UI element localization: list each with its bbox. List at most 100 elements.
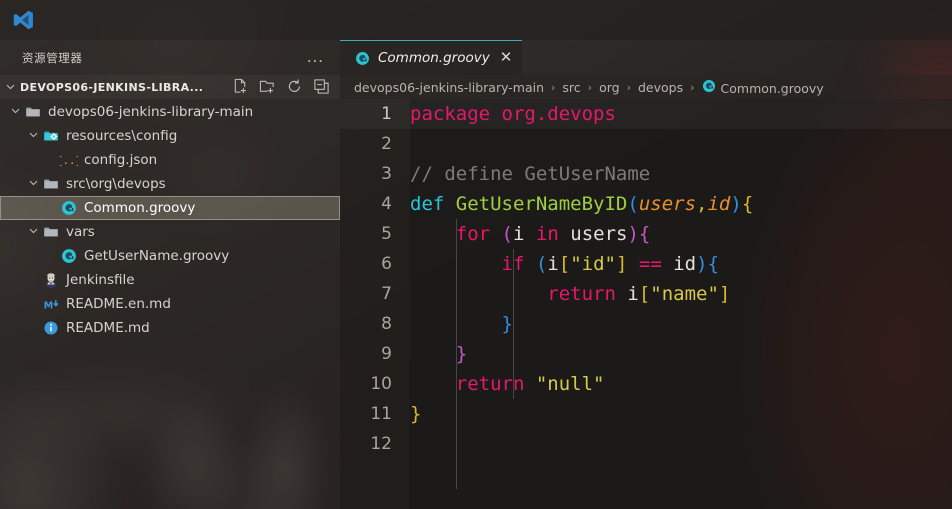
tree-item-label: config.json — [84, 152, 158, 168]
editor-tab-common-groovy[interactable]: Common.groovy ✕ — [340, 40, 523, 75]
line-content: package org.devops — [410, 103, 616, 125]
breadcrumb-item-label: Common.groovy — [720, 80, 824, 96]
breadcrumb-item-label: devops06-jenkins-library-main — [354, 79, 545, 95]
line-number: 5 — [381, 224, 392, 244]
tree-item-label: Common.groovy — [84, 200, 196, 216]
line-number: 9 — [381, 344, 392, 364]
code-lines: 1 package org.devops 2 3 // define GetUserNa… — [340, 99, 952, 459]
tree-item-label: GetUserName.groovy — [84, 248, 230, 264]
line-number: 3 — [381, 164, 392, 184]
explorer-title: 资源管理器 — [22, 50, 83, 65]
code-line-8[interactable]: 8 } — [340, 309, 952, 339]
breadcrumb-item-org[interactable]: org — [599, 80, 620, 95]
breadcrumb-separator-icon: › — [587, 80, 593, 94]
chevron-down-icon[interactable] — [26, 177, 41, 191]
code-line-2[interactable]: 2 — [340, 129, 952, 159]
line-content: for (i in users){ — [455, 223, 651, 245]
info-icon — [41, 320, 61, 336]
breadcrumb-item-label: org — [599, 79, 620, 95]
vscode-logo-icon — [13, 10, 33, 30]
line-content: return i["name"] — [547, 283, 731, 305]
line-number: 4 — [381, 194, 392, 214]
code-line-4[interactable]: 4 def GetUserNameByID(users,id){ — [340, 189, 952, 219]
breadcrumb-item-label: src — [562, 79, 581, 95]
jenkins-icon — [41, 272, 61, 288]
tree-item-readme-en-md[interactable]: M README.en.md — [0, 292, 340, 316]
indent-guide-2 — [513, 249, 514, 399]
groovy-icon — [59, 248, 79, 264]
breadcrumb-separator-icon: › — [626, 80, 631, 94]
svg-text:{..}: {..} — [60, 154, 78, 167]
tree-item-label: README.md — [66, 320, 150, 336]
tree-item-label: README.en.md — [66, 296, 171, 312]
folder-open-icon — [41, 176, 61, 192]
explorer-header: 资源管理器 ... — [0, 40, 340, 75]
tree-item-devops06-jenkins-library-main[interactable]: devops06-jenkins-library-main — [0, 100, 340, 124]
line-number: 6 — [381, 254, 392, 274]
file-tree: devops06-jenkins-library-main resources\c… — [0, 100, 340, 340]
tree-item-vars[interactable]: vars — [0, 220, 340, 244]
breadcrumb-item-devops[interactable]: devops — [638, 80, 683, 95]
code-line-12[interactable]: 12 — [340, 429, 952, 459]
refresh-icon[interactable] — [286, 78, 303, 95]
groovy-icon — [702, 79, 716, 93]
code-line-6[interactable]: 6 if (i["id"] == id){ — [340, 249, 952, 279]
svg-text:M: M — [43, 300, 52, 311]
folder-open-icon — [23, 104, 43, 120]
indent-guide-1 — [456, 219, 457, 489]
workspace-root-row[interactable]: DEVOPS06-JENKINS-LIBRA... — [0, 75, 340, 99]
code-line-5[interactable]: 5 for (i in users){ — [340, 219, 952, 249]
tree-item-label: devops06-jenkins-library-main — [48, 104, 254, 120]
line-content: } — [410, 403, 422, 425]
line-content: // define GetUserName — [410, 163, 651, 185]
vscode-window: 资源管理器 ... DEVOPS06-JENKINS-LIBRA... devo… — [0, 0, 952, 509]
breadcrumb: devops06-jenkins-library-main › src › org › de… — [340, 75, 952, 99]
line-number: 1 — [381, 104, 392, 124]
folder-open-icon — [41, 224, 61, 240]
chevron-down-icon[interactable] — [0, 80, 20, 95]
explorer-actions — [232, 78, 330, 95]
chevron-down-icon[interactable] — [26, 129, 41, 143]
chevron-down-icon[interactable] — [8, 105, 23, 119]
explorer-sidebar: 资源管理器 ... DEVOPS06-JENKINS-LIBRA... devo… — [0, 40, 340, 509]
line-number: 11 — [370, 404, 392, 424]
new-folder-icon[interactable] — [259, 78, 276, 95]
code-line-1[interactable]: 1 package org.devops — [340, 99, 952, 129]
tree-item-readme-md[interactable]: README.md — [0, 316, 340, 340]
line-number: 12 — [370, 434, 392, 454]
code-line-9[interactable]: 9 } — [340, 339, 952, 369]
code-line-7[interactable]: 7 return i["name"] — [340, 279, 952, 309]
groovy-icon — [352, 50, 372, 66]
explorer-more-actions-button[interactable]: ... — [307, 47, 324, 67]
new-file-icon[interactable] — [232, 78, 249, 95]
json-icon: {..} — [59, 152, 79, 168]
folder-config-icon — [41, 128, 61, 144]
tree-item-src-org-devops[interactable]: src\org\devops — [0, 172, 340, 196]
code-line-3[interactable]: 3 // define GetUserName — [340, 159, 952, 189]
line-content: } — [501, 313, 513, 335]
editor-tab-label: Common.groovy — [378, 50, 490, 66]
groovy-icon — [59, 200, 79, 216]
tree-item-common-groovy[interactable]: Common.groovy — [0, 196, 340, 220]
tree-item-getusername-groovy[interactable]: GetUserName.groovy — [0, 244, 340, 268]
collapse-all-icon[interactable] — [313, 78, 330, 95]
line-content: def GetUserNameByID(users,id){ — [410, 193, 754, 215]
tree-item-resources-config[interactable]: resources\config — [0, 124, 340, 148]
chevron-down-icon[interactable] — [26, 225, 41, 239]
close-icon[interactable]: ✕ — [500, 50, 513, 65]
tree-item-label: vars — [66, 224, 95, 240]
code-line-10[interactable]: 10 return "null" — [340, 369, 952, 399]
editor-tab-bar: Common.groovy ✕ — [340, 40, 952, 75]
line-number: 8 — [381, 314, 392, 334]
code-editor[interactable]: 1 package org.devops 2 3 // define GetUserNa… — [340, 99, 952, 509]
breadcrumb-item-src[interactable]: src — [562, 80, 580, 95]
code-line-11[interactable]: 11} — [340, 399, 952, 429]
line-number: 2 — [381, 134, 392, 154]
breadcrumb-item-label: devops — [638, 79, 684, 95]
tree-item-config-json[interactable]: {..} config.json — [0, 148, 340, 172]
markdown-icon: M — [41, 296, 61, 312]
tree-item-jenkinsfile[interactable]: Jenkinsfile — [0, 268, 340, 292]
breadcrumb-item-common-groovy[interactable]: Common.groovy — [702, 79, 824, 96]
breadcrumb-item-devops06-jenkins-library-main[interactable]: devops06-jenkins-library-main — [354, 80, 544, 95]
line-content: } — [455, 343, 468, 365]
